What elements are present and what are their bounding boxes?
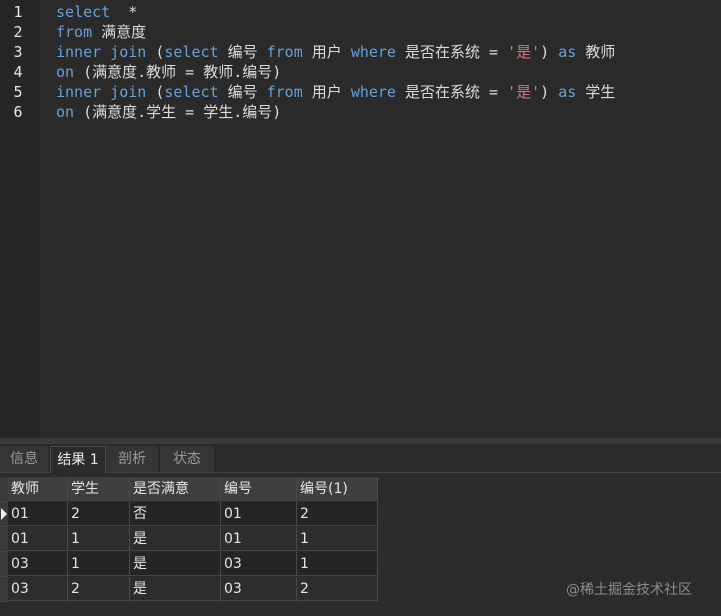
current-row-arrow-icon bbox=[0, 502, 8, 527]
table-cell[interactable]: 01 bbox=[221, 502, 297, 526]
sql-text: (满意度.学生 = 学生.编号) bbox=[74, 103, 282, 121]
watermark: @稀土掘金技术社区 bbox=[566, 582, 692, 598]
sql-string: '是' bbox=[507, 83, 541, 101]
tab-1[interactable]: 结果 1 bbox=[50, 446, 106, 473]
table-cell[interactable]: 1 bbox=[68, 527, 130, 551]
column-header[interactable]: 是否满意 bbox=[130, 477, 221, 501]
table-cell[interactable]: 03 bbox=[8, 577, 68, 601]
sql-text: 编号 bbox=[218, 43, 267, 61]
column-header[interactable]: 编号 bbox=[221, 477, 297, 501]
sql-text: 用户 bbox=[302, 43, 351, 61]
table-cell[interactable]: 03 bbox=[221, 577, 297, 601]
code-line: select * bbox=[56, 2, 137, 22]
result-tabs: 信息 结果 1 剖析 状态 bbox=[0, 444, 721, 473]
code-line: on (满意度.学生 = 学生.编号) bbox=[56, 102, 281, 122]
sql-text: 用户 bbox=[302, 83, 351, 101]
column-header[interactable]: 编号(1) bbox=[297, 477, 378, 501]
column-header[interactable]: 教师 bbox=[8, 477, 68, 501]
sql-editor[interactable]: 1 select * 2 from 满意度 3 inner join (select 编号… bbox=[0, 0, 721, 438]
line-number: 5 bbox=[13, 83, 23, 101]
table-row[interactable]: 03 2 是 03 2 bbox=[0, 577, 378, 602]
sql-text: * bbox=[110, 3, 138, 21]
table-cell[interactable]: 1 bbox=[297, 552, 378, 576]
table-cell[interactable]: 是 bbox=[130, 527, 221, 551]
line-number: 3 bbox=[13, 43, 23, 61]
sql-text: 编号 bbox=[218, 83, 267, 101]
sql-keyword: select bbox=[56, 3, 111, 21]
sql-text: 是否在系统 = bbox=[395, 83, 508, 101]
table-row[interactable]: 03 1 是 03 1 bbox=[0, 552, 378, 577]
table-cell[interactable]: 2 bbox=[297, 577, 378, 601]
sql-text: 学生 bbox=[576, 83, 616, 101]
table-cell[interactable]: 是 bbox=[130, 577, 221, 601]
sql-text: ) bbox=[540, 83, 559, 101]
code-line: inner join (select 编号 from 用户 where 是否在系… bbox=[56, 42, 615, 62]
sql-keyword: from bbox=[266, 83, 303, 101]
sql-text: ( bbox=[146, 83, 165, 101]
line-number: 1 bbox=[13, 3, 23, 21]
table-cell[interactable]: 01 bbox=[8, 527, 68, 551]
sql-text: 满意度 bbox=[92, 23, 147, 41]
sql-keyword: from bbox=[266, 43, 303, 61]
table-cell[interactable]: 03 bbox=[8, 552, 68, 576]
table-cell[interactable]: 2 bbox=[297, 502, 378, 526]
column-header[interactable]: 学生 bbox=[68, 477, 130, 501]
sql-keyword: inner join bbox=[56, 43, 147, 61]
sql-keyword: inner join bbox=[56, 83, 147, 101]
table-cell[interactable]: 是 bbox=[130, 552, 221, 576]
sql-keyword: on bbox=[56, 63, 75, 81]
sql-keyword: select bbox=[164, 43, 219, 61]
table-cell[interactable]: 1 bbox=[68, 552, 130, 576]
table-cell[interactable]: 03 bbox=[221, 552, 297, 576]
sql-text: 教师 bbox=[576, 43, 616, 61]
sql-text: ) bbox=[540, 43, 559, 61]
sql-keyword: as bbox=[558, 83, 577, 101]
sql-keyword: as bbox=[558, 43, 577, 61]
tab-0[interactable]: 信息 bbox=[0, 446, 49, 472]
line-number: 2 bbox=[13, 23, 23, 41]
table-cell[interactable]: 否 bbox=[130, 502, 221, 526]
sql-text: (满意度.教师 = 教师.编号) bbox=[74, 63, 282, 81]
code-line: on (满意度.教师 = 教师.编号) bbox=[56, 62, 281, 82]
row-indicator bbox=[0, 477, 8, 502]
table-row[interactable]: 01 1 是 01 1 bbox=[0, 527, 378, 552]
sql-keyword: on bbox=[56, 103, 75, 121]
code-line: inner join (select 编号 from 用户 where 是否在系… bbox=[56, 82, 615, 102]
sql-keyword: where bbox=[350, 83, 396, 101]
line-number: 6 bbox=[13, 103, 23, 121]
row-indicator bbox=[0, 577, 8, 602]
table-row[interactable]: 01 2 否 01 2 bbox=[0, 502, 378, 527]
code-line: from 满意度 bbox=[56, 22, 146, 42]
line-number: 4 bbox=[13, 63, 23, 81]
sql-keyword: where bbox=[350, 43, 396, 61]
sql-keyword: from bbox=[56, 23, 93, 41]
tab-3[interactable]: 状态 bbox=[160, 446, 215, 472]
table-header: 教师 学生 是否满意 编号 编号(1) bbox=[0, 477, 378, 502]
table-cell[interactable]: 01 bbox=[221, 527, 297, 551]
sql-text: 是否在系统 = bbox=[395, 43, 508, 61]
sql-string: '是' bbox=[507, 43, 541, 61]
table-cell[interactable]: 1 bbox=[297, 527, 378, 551]
sql-text: ( bbox=[146, 43, 165, 61]
table-cell[interactable]: 2 bbox=[68, 502, 130, 526]
row-indicator bbox=[0, 552, 8, 577]
table-cell[interactable]: 01 bbox=[8, 502, 68, 526]
tab-2[interactable]: 剖析 bbox=[106, 446, 159, 472]
sql-keyword: select bbox=[164, 83, 219, 101]
table-cell[interactable]: 2 bbox=[68, 577, 130, 601]
row-indicator bbox=[0, 527, 8, 552]
